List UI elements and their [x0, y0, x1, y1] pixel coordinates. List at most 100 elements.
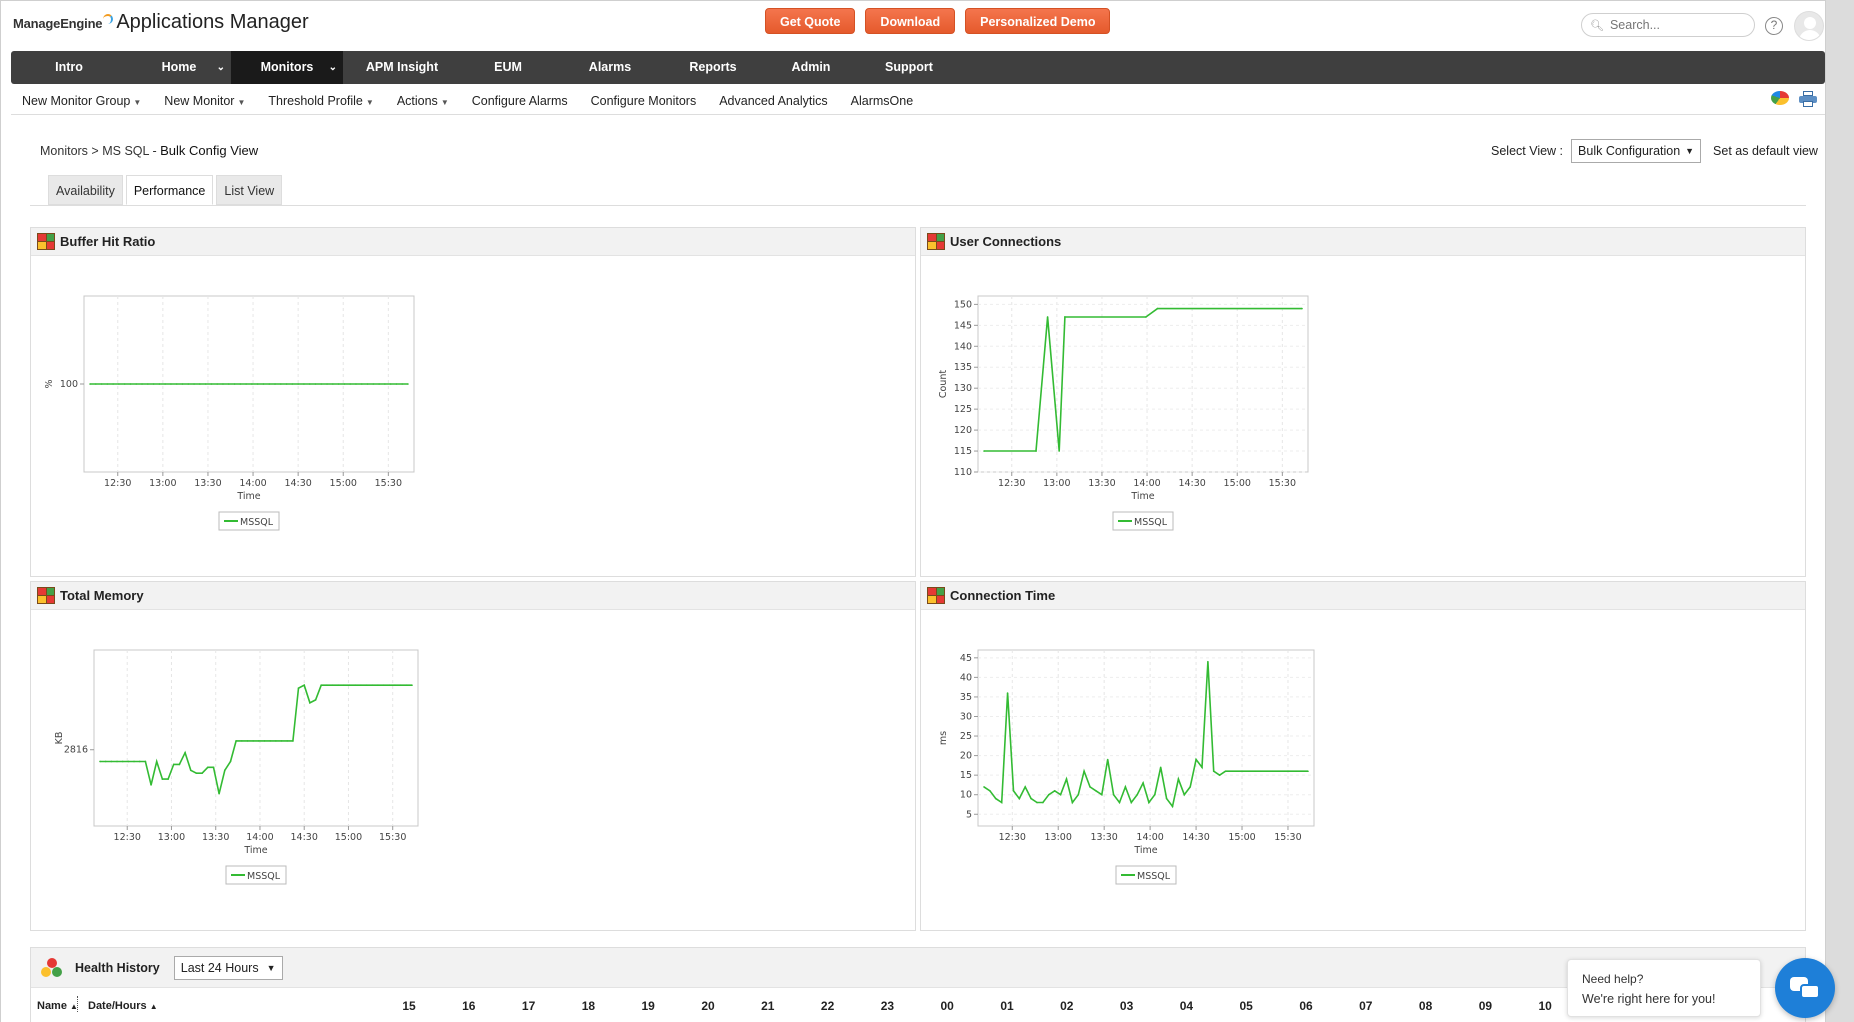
data-point: [1283, 770, 1286, 773]
panel-title: Total Memory: [60, 588, 144, 603]
nav-home[interactable]: Home ⌄: [127, 51, 231, 84]
x-tick-label: 15:00: [1228, 832, 1255, 843]
search-input[interactable]: [1609, 18, 1740, 32]
data-point: [1254, 770, 1256, 773]
tab-performance[interactable]: Performance: [125, 175, 214, 205]
data-point: [1089, 786, 1091, 788]
chart-svg: 12:30 13:00 13:30 14:00 14:30 15:00 15:30 5 10 15…: [938, 649, 1315, 885]
chevron-down-icon[interactable]: ⌄: [217, 51, 225, 84]
brand-logo[interactable]: ManageEngine Applications Manager: [13, 11, 309, 34]
data-point: [1248, 770, 1250, 773]
y-tick-label: 15: [960, 770, 972, 781]
chart-svg: 12:30 13:00 13:30 14:00 14:30 15:00 15:30 100 Ti…: [44, 295, 415, 531]
nav-intro[interactable]: Intro: [11, 51, 127, 84]
x-tick-label: 15:30: [379, 832, 406, 843]
chat-help-bubble[interactable]: Need help? We're right here for you!: [1567, 959, 1761, 1017]
plot-area: [977, 295, 1309, 473]
chart-grid-icon[interactable]: [927, 587, 945, 604]
nav-admin[interactable]: Admin: [761, 51, 861, 84]
nav-monitors[interactable]: Monitors ⌄: [231, 51, 343, 84]
get-quote-button[interactable]: Get Quote: [765, 8, 856, 34]
data-point: [343, 684, 345, 686]
data-point: [399, 684, 402, 686]
subnav-new-monitor-group[interactable]: New Monitor Group ▼: [22, 94, 141, 108]
period-select-dropdown[interactable]: Last 24 Hours ▼: [173, 955, 283, 980]
data-point: [1260, 770, 1262, 773]
legend[interactable]: MSSQL: [1115, 865, 1177, 885]
nav-label: Monitors: [260, 60, 314, 74]
data-point: [1307, 770, 1309, 773]
caret-down-icon: ▼: [237, 97, 246, 107]
subnav-alarmsone[interactable]: AlarmsOne: [851, 94, 914, 108]
nav-eum[interactable]: EUM: [461, 51, 555, 84]
health-status-icon: [41, 957, 63, 978]
column-header-name[interactable]: Name ▲: [37, 1000, 78, 1012]
breadcrumb-root[interactable]: Monitors: [40, 144, 88, 158]
data-point: [1236, 770, 1239, 773]
x-axis-label: Time: [1133, 845, 1157, 856]
tab-availability[interactable]: Availability: [48, 175, 123, 205]
subnav-configure-alarms[interactable]: Configure Alarms: [472, 94, 568, 108]
chat-bubble-icon-secondary: [1800, 984, 1820, 999]
subnav-new-monitor[interactable]: New Monitor ▼: [164, 94, 245, 108]
personalized-demo-button[interactable]: Personalized Demo: [965, 8, 1111, 34]
subnav-actions[interactable]: Actions ▼: [397, 94, 449, 108]
nav-apm-insight[interactable]: APM Insight: [343, 51, 461, 84]
data-point: [983, 450, 985, 452]
chat-button[interactable]: [1775, 958, 1835, 1018]
data-point: [1177, 778, 1180, 780]
data-point: [365, 684, 368, 686]
data-point: [100, 383, 103, 385]
nav-reports[interactable]: Reports: [665, 51, 761, 84]
search-box[interactable]: 🔍︎: [1581, 13, 1755, 37]
chart-grid-icon[interactable]: [927, 233, 945, 250]
subnav-label: Configure Alarms: [471, 93, 568, 108]
data-point: [1154, 793, 1156, 796]
x-tick-label: 13:30: [1090, 832, 1117, 843]
hour-column-header: 17: [521, 999, 536, 1013]
set-default-view-link[interactable]: Set as default view: [1713, 144, 1818, 158]
tab-list-view[interactable]: List View: [216, 175, 283, 205]
chart-grid-icon[interactable]: [37, 233, 55, 250]
x-tick-label: 15:00: [335, 832, 362, 843]
x-tick-label: 12:30: [114, 832, 141, 843]
nav-support[interactable]: Support: [861, 51, 957, 84]
avatar[interactable]: [1794, 11, 1824, 41]
legend[interactable]: MSSQL: [1112, 511, 1174, 531]
legend[interactable]: MSSQL: [218, 511, 280, 531]
y-tick-label: 25: [960, 731, 972, 742]
chart-grid-icon[interactable]: [37, 587, 55, 604]
data-point: [326, 383, 328, 385]
data-point: [355, 383, 357, 385]
user-connections-panel: User Connections 12:30 13:00 13:30 14:00 14:…: [920, 227, 1806, 577]
data-point: [337, 383, 340, 385]
subnav-advanced-analytics[interactable]: Advanced Analytics: [719, 94, 827, 108]
data-point: [246, 740, 249, 742]
printer-icon[interactable]: [1799, 91, 1817, 107]
data-point: [1112, 793, 1115, 796]
download-button[interactable]: Download: [865, 8, 956, 34]
data-point: [1064, 316, 1066, 318]
hour-column-header: 09: [1478, 999, 1493, 1013]
subnav-threshold-profile[interactable]: Threshold Profile ▼: [268, 94, 373, 108]
y-tick-label: 45: [960, 653, 972, 664]
data-point: [251, 383, 253, 385]
subnav-label: New Monitor Group: [22, 93, 131, 108]
view-select-dropdown[interactable]: Bulk Configuration ▼: [1571, 139, 1702, 163]
data-point: [1053, 790, 1056, 792]
window-edge: [1826, 0, 1854, 1022]
nav-alarms[interactable]: Alarms: [555, 51, 665, 84]
data-point: [141, 383, 143, 385]
main-nav: Intro Home ⌄ Monitors ⌄ APM Insight EUM Alarms R…: [11, 51, 1825, 84]
chevron-down-icon[interactable]: ⌄: [329, 51, 337, 84]
pie-chart-icon[interactable]: [1771, 91, 1789, 105]
health-history-panel: Health History Last 24 Hours ▼ Name ▲ Da…: [30, 947, 1806, 1022]
data-point: [395, 383, 398, 385]
data-point: [252, 740, 254, 742]
column-header-date[interactable]: Date/Hours ▲: [88, 1000, 158, 1012]
x-axis-label: Time: [243, 845, 267, 856]
subnav-configure-monitors[interactable]: Configure Monitors: [591, 94, 697, 108]
help-icon[interactable]: ?: [1765, 17, 1783, 35]
data-point: [144, 760, 147, 763]
legend[interactable]: MSSQL: [225, 865, 287, 885]
